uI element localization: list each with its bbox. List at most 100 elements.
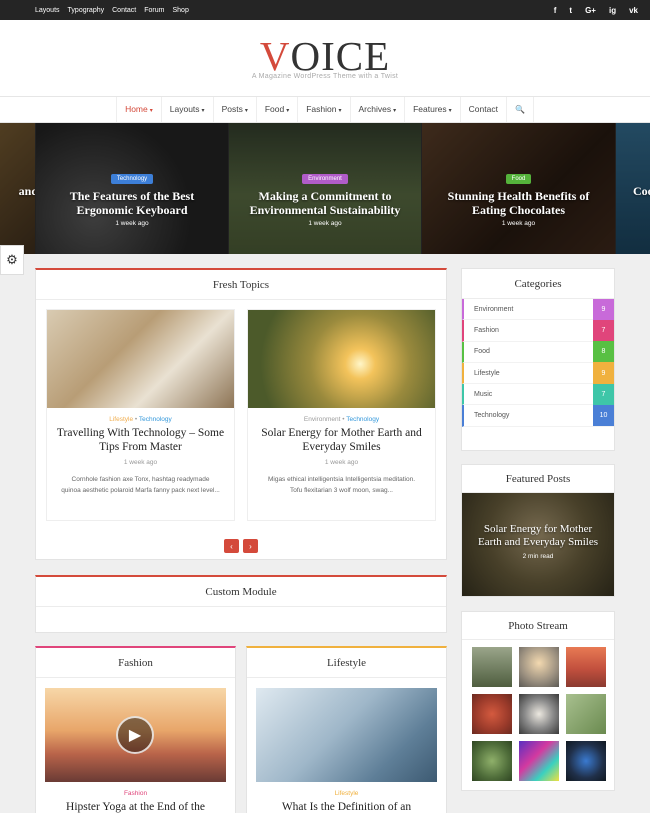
post-title[interactable]: What Is the Definition of an bbox=[255, 800, 438, 813]
post-image[interactable] bbox=[248, 310, 435, 408]
category-list: Environment 9 Fashion 7 Food 8 Lifestyle 9 M… bbox=[462, 298, 614, 427]
post-card[interactable]: Lifestyle • Technology Travelling With T… bbox=[46, 309, 235, 521]
slide-partial-left[interactable]: and bbox=[0, 123, 35, 254]
nav-item-features[interactable]: Features ▾ bbox=[404, 97, 460, 122]
nav-label: Fashion bbox=[306, 104, 337, 114]
category-link[interactable]: Lifestyle bbox=[335, 790, 359, 797]
post-title[interactable]: Travelling With Technology – Some Tips F… bbox=[55, 426, 226, 454]
slide-keyboard[interactable]: Technology The Features of the Best Ergo… bbox=[36, 123, 228, 254]
main-nav: Home ▾ Layouts ▾ Posts ▾ Food ▾ Fashion ▾ Arc… bbox=[0, 96, 650, 123]
category-name: Environment bbox=[474, 305, 514, 313]
category-link[interactable]: Technology bbox=[346, 416, 379, 423]
featured-post-title[interactable]: Solar Energy for Mother Earth and Everyd… bbox=[462, 523, 614, 549]
featured-post-card[interactable]: Solar Energy for Mother Earth and Everyd… bbox=[462, 493, 614, 596]
chevron-down-icon: ▾ bbox=[201, 108, 205, 114]
category-link[interactable]: Environment bbox=[304, 416, 341, 423]
nav-item-contact[interactable]: Contact bbox=[459, 97, 506, 122]
settings-gear-icon[interactable]: ⚙ bbox=[0, 245, 24, 275]
category-row[interactable]: Technology 10 bbox=[462, 404, 614, 427]
nav-label: Features bbox=[413, 104, 447, 114]
nav-item-fashion[interactable]: Fashion ▾ bbox=[297, 97, 349, 122]
featured-post-time: 2 min read bbox=[522, 553, 554, 560]
category-separator: • bbox=[134, 416, 138, 423]
slide-badge[interactable]: Technology bbox=[110, 174, 154, 184]
category-name: Fashion bbox=[474, 326, 499, 334]
nav-item-archives[interactable]: Archives ▾ bbox=[349, 97, 405, 122]
nav-label: Food bbox=[264, 104, 285, 114]
category-row[interactable]: Fashion 7 bbox=[462, 319, 614, 342]
nav-label: Posts bbox=[221, 104, 243, 114]
post-date: 1 week ago bbox=[123, 459, 158, 466]
category-row[interactable]: Environment 9 bbox=[462, 298, 614, 321]
photo-thumb[interactable] bbox=[472, 694, 512, 734]
twitter-icon[interactable]: t bbox=[569, 6, 572, 15]
category-row[interactable]: Food 8 bbox=[462, 341, 614, 363]
top-link-contact[interactable]: Contact bbox=[112, 7, 136, 14]
slide-chocolate[interactable]: Food Stunning Health Benefits of Eating … bbox=[422, 123, 615, 254]
search-icon[interactable]: 🔍 bbox=[505, 97, 534, 122]
post-title[interactable]: Hipster Yoga at the End of the bbox=[44, 800, 227, 813]
nav-item-home[interactable]: Home ▾ bbox=[116, 97, 161, 122]
category-link[interactable]: Fashion bbox=[124, 790, 147, 797]
category-row[interactable]: Music 7 bbox=[462, 383, 614, 406]
facebook-icon[interactable]: f bbox=[554, 6, 557, 15]
next-page-button[interactable]: › bbox=[243, 539, 258, 553]
lifestyle-image[interactable] bbox=[256, 688, 437, 782]
chevron-down-icon: ▾ bbox=[244, 108, 248, 114]
slide-partial-title: Coo bbox=[633, 184, 650, 198]
slide-partial-right[interactable]: Coo bbox=[616, 123, 650, 254]
slide-partial-title: and bbox=[18, 184, 35, 198]
top-link-layouts[interactable]: Layouts bbox=[35, 7, 60, 14]
widget-title: Categories bbox=[462, 269, 614, 299]
photo-thumb[interactable] bbox=[519, 694, 559, 734]
photo-thumb[interactable] bbox=[519, 647, 559, 687]
photo-thumb[interactable] bbox=[566, 694, 606, 734]
category-name: Music bbox=[474, 390, 493, 398]
play-icon[interactable]: ▶ bbox=[116, 716, 154, 754]
category-link[interactable]: Lifestyle bbox=[109, 416, 133, 423]
chevron-down-icon: ▾ bbox=[149, 108, 153, 114]
fashion-module: Fashion ▶ Fashion Hipster Yoga at the En… bbox=[35, 646, 236, 813]
category-link[interactable]: Technology bbox=[139, 416, 172, 423]
slide-badge[interactable]: Food bbox=[505, 174, 532, 184]
slide-title[interactable]: The Features of the Best Ergonomic Keybo… bbox=[36, 189, 228, 217]
category-name: Food bbox=[474, 348, 490, 356]
photo-thumb[interactable] bbox=[472, 741, 512, 781]
instagram-icon[interactable]: ig bbox=[609, 6, 616, 15]
top-link-typography[interactable]: Typography bbox=[68, 7, 105, 14]
fashion-video-thumb[interactable]: ▶ bbox=[45, 688, 226, 782]
top-link-forum[interactable]: Forum bbox=[144, 7, 164, 14]
site-tagline: A Magazine WordPress Theme with a Twist bbox=[251, 73, 399, 80]
prev-page-button[interactable]: ‹ bbox=[224, 539, 239, 553]
nav-item-posts[interactable]: Posts ▾ bbox=[212, 97, 256, 122]
photo-thumb[interactable] bbox=[519, 741, 559, 781]
slide-badge[interactable]: Environment bbox=[302, 174, 348, 184]
widget-title: Photo Stream bbox=[462, 612, 614, 640]
post-card[interactable]: Environment • Technology Solar Energy fo… bbox=[247, 309, 436, 521]
photo-thumb[interactable] bbox=[566, 647, 606, 687]
category-row[interactable]: Lifestyle 9 bbox=[462, 362, 614, 385]
top-link-shop[interactable]: Shop bbox=[172, 7, 188, 14]
category-count-badge: 8 bbox=[593, 341, 614, 363]
post-image[interactable] bbox=[47, 310, 234, 408]
slide-title[interactable]: Making a Commitment to Environmental Sus… bbox=[229, 189, 421, 217]
social-icons: f t G+ ig vk bbox=[554, 6, 638, 15]
nav-label: Contact bbox=[468, 104, 498, 114]
category-name: Technology bbox=[474, 412, 510, 420]
vk-icon[interactable]: vk bbox=[629, 6, 638, 15]
photo-thumb[interactable] bbox=[472, 647, 512, 687]
slide-title[interactable]: Stunning Health Benefits of Eating Choco… bbox=[422, 189, 615, 217]
nav-item-food[interactable]: Food ▾ bbox=[255, 97, 297, 122]
post-title[interactable]: Solar Energy for Mother Earth and Everyd… bbox=[256, 426, 427, 454]
widget-title: Featured Posts bbox=[462, 465, 614, 493]
custom-module: Custom Module bbox=[35, 575, 447, 633]
categories-widget: Categories Environment 9 Fashion 7 Food 8 L… bbox=[461, 268, 615, 451]
nav-item-layouts[interactable]: Layouts ▾ bbox=[160, 97, 213, 122]
photo-thumb[interactable] bbox=[566, 741, 606, 781]
nav-label: Layouts bbox=[169, 104, 200, 114]
google-plus-icon[interactable]: G+ bbox=[585, 6, 596, 15]
slide-time: 1 week ago bbox=[501, 220, 536, 227]
post-excerpt: Migas ethical intelligentsia Intelligent… bbox=[267, 476, 416, 494]
photo-grid bbox=[462, 640, 614, 788]
slide-environment[interactable]: Environment Making a Commitment to Envir… bbox=[229, 123, 421, 254]
